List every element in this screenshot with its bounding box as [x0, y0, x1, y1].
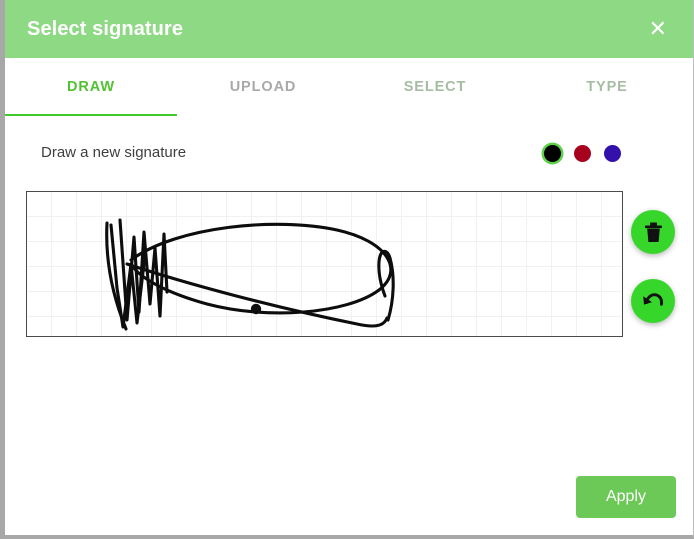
trash-icon: [644, 222, 662, 242]
draw-instruction-label: Draw a new signature: [41, 144, 187, 161]
close-icon[interactable]: ✕: [643, 14, 673, 44]
tab-type[interactable]: TYPE: [521, 58, 693, 116]
tab-upload[interactable]: UPLOAD: [177, 58, 349, 116]
signature-drawing: [105, 218, 395, 331]
dialog-title: Select signature: [27, 17, 184, 40]
color-swatch-blue[interactable]: [604, 145, 621, 162]
tab-bar: DRAW UPLOAD SELECT TYPE: [5, 58, 693, 118]
dialog-body: Draw a new signature: [5, 116, 693, 535]
undo-button[interactable]: [631, 279, 675, 323]
color-swatch-red[interactable]: [574, 145, 591, 162]
select-signature-dialog: Select signature ✕ DRAW UPLOAD SELECT TY…: [0, 0, 694, 539]
color-swatch-black[interactable]: [544, 145, 561, 162]
instruction-row: Draw a new signature: [41, 144, 623, 168]
apply-button[interactable]: Apply: [576, 476, 676, 518]
tab-select[interactable]: SELECT: [349, 58, 521, 116]
tab-draw[interactable]: DRAW: [5, 58, 177, 118]
signature-dot: [250, 303, 262, 315]
color-swatch-group: [544, 145, 621, 162]
dialog-header: Select signature ✕: [5, 0, 693, 58]
signature-canvas[interactable]: [26, 191, 623, 337]
undo-icon: [643, 293, 664, 306]
delete-button[interactable]: [631, 210, 675, 254]
